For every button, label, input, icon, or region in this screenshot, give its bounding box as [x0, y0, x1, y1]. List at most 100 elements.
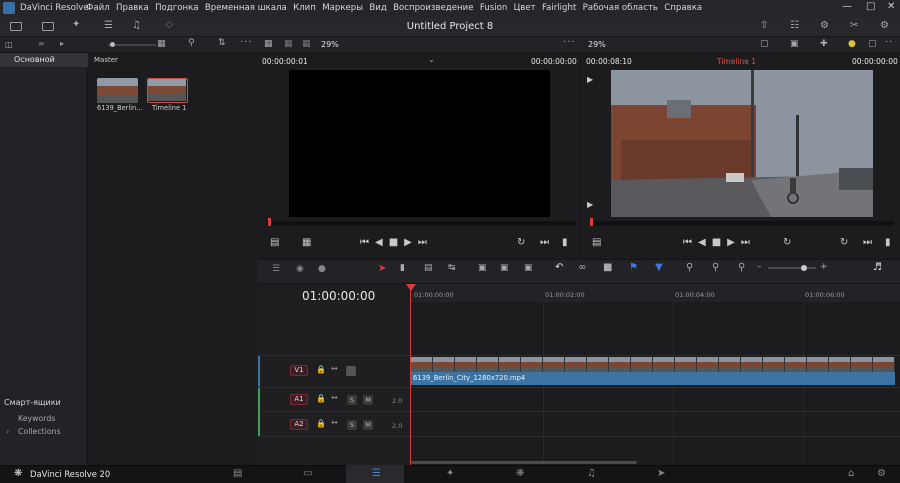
thumbnail-size-slider[interactable] — [108, 44, 156, 46]
link-icon[interactable]: ∞ — [38, 39, 45, 48]
timeline-playhead[interactable] — [410, 284, 411, 465]
menu-fairlight[interactable]: Fairlight — [542, 3, 576, 13]
timeline-viewer-options-icon[interactable]: ·· — [885, 37, 893, 48]
insert-clip-icon[interactable]: ▣ — [478, 263, 487, 273]
menu-file[interactable]: Файл — [86, 3, 110, 13]
source-zoom-select[interactable]: 29% — [321, 40, 339, 49]
menu-playback[interactable]: Воспроизведение — [393, 3, 473, 13]
source-transport-controls[interactable]: ⏮◀■▶⏭ — [360, 237, 433, 248]
inspector-icon[interactable]: ✂ — [850, 20, 858, 31]
bin-master[interactable]: Основной — [0, 53, 88, 67]
track-visibility-icon[interactable] — [346, 366, 356, 376]
timeline-scrubber[interactable] — [592, 221, 894, 226]
timeline-end-icon[interactable]: ▮ — [885, 237, 891, 248]
color-icon[interactable]: ● — [848, 39, 856, 49]
track-label-v1[interactable]: V1 — [290, 365, 308, 376]
smart-bin-collections[interactable]: Collections — [18, 427, 61, 436]
timeline-loop-icon[interactable]: ↻ — [783, 237, 791, 248]
mute-button[interactable]: M — [363, 420, 373, 430]
menu-timeline[interactable]: Временная шкала — [205, 3, 287, 13]
deliver-page-icon[interactable]: ➤ — [657, 468, 665, 479]
fusion-page-icon[interactable]: ✦ — [446, 468, 454, 479]
linked-selection-icon[interactable]: ∞ — [578, 262, 586, 273]
track-label-a2[interactable]: A2 — [290, 419, 308, 430]
timeline-scrollbar[interactable] — [411, 461, 637, 464]
home-icon[interactable]: ⌂ — [848, 468, 854, 479]
replace-clip-icon[interactable]: ▣ — [524, 263, 533, 273]
cut-page-icon[interactable]: ▭ — [303, 468, 312, 479]
project-settings-icon[interactable]: ⚙ — [877, 468, 886, 479]
video-clip-name[interactable]: 6139_Berlin_City_1280x720.mp4 — [411, 372, 895, 385]
timeline-view-mode-icon[interactable]: ▤ — [592, 237, 601, 248]
microphone-icon[interactable]: ● — [318, 264, 326, 274]
sequence-view-icon[interactable]: ▦ — [302, 39, 311, 49]
color-page-icon[interactable]: ❋ — [516, 468, 524, 479]
zoom-full-icon[interactable]: ⚲ — [686, 262, 693, 273]
solo-button[interactable]: S — [347, 420, 357, 430]
menu-color[interactable]: Цвет — [514, 3, 536, 13]
timeline-next-icon[interactable]: ⏭ — [863, 237, 872, 248]
search-icon[interactable]: ⚲ — [188, 38, 195, 48]
previous-frame-icon[interactable]: ▶ — [587, 75, 593, 84]
timeline-viewer-playhead[interactable] — [590, 218, 593, 226]
source-overlay-icon[interactable]: ▦ — [302, 237, 311, 248]
sort-icon[interactable]: ⇅ — [218, 38, 226, 48]
zoom-slider[interactable] — [768, 267, 816, 269]
thumbnail-size-handle[interactable] — [110, 42, 115, 47]
zoom-detail-icon[interactable]: ⚲ — [712, 262, 719, 273]
volume-icon[interactable]: ♬ — [873, 262, 882, 273]
lock-icon[interactable]: 🔒 — [316, 365, 326, 374]
selection-tool-icon[interactable]: ➤ — [378, 263, 386, 274]
snapping-icon[interactable]: ↶ — [555, 262, 563, 273]
source-viewer-screen[interactable] — [289, 70, 550, 217]
position-lock-icon[interactable]: ■ — [603, 262, 612, 273]
zoom-in-icon[interactable]: + — [820, 262, 828, 272]
auto-select-icon[interactable]: ↔ — [331, 364, 338, 373]
media-page-icon[interactable]: ▤ — [233, 468, 242, 479]
viewer-mode-icon[interactable]: ▢ — [760, 39, 769, 49]
menu-help[interactable]: Справка — [664, 3, 702, 13]
fullscreen-icon[interactable]: ▢ — [868, 39, 877, 49]
overwrite-clip-icon[interactable]: ▣ — [500, 263, 509, 273]
metadata-icon[interactable]: ⚙ — [820, 20, 829, 31]
menu-clip[interactable]: Клип — [293, 3, 316, 13]
timeline-mark-icon[interactable]: ↻ — [840, 237, 848, 248]
timeline-thumbnail[interactable] — [147, 78, 188, 103]
timeline-viewer-name[interactable]: Timeline 1 — [717, 57, 756, 66]
timeline-options-icon[interactable]: ☰ — [272, 264, 280, 274]
smart-bin-keywords[interactable]: Keywords — [18, 414, 55, 423]
video-clip-filmstrip[interactable] — [411, 357, 895, 372]
mute-button[interactable]: M — [363, 395, 373, 405]
panel-toggle-icon[interactable]: ◫ — [5, 40, 13, 49]
timeline-zoom-select[interactable]: 29% — [588, 40, 606, 49]
lock-icon[interactable]: 🔒 — [316, 419, 326, 428]
maximize-icon[interactable]: □ — [866, 1, 875, 12]
auto-select-icon[interactable]: ↔ — [331, 393, 338, 402]
minimize-icon[interactable]: — — [842, 1, 852, 12]
image-view-icon[interactable]: ▦ — [264, 39, 273, 49]
chevron-right-icon[interactable]: › — [6, 427, 9, 436]
timeline-viewer-frame[interactable] — [611, 70, 873, 217]
filter-icon[interactable]: ▸ — [60, 39, 64, 48]
source-end-icon[interactable]: ▮ — [562, 237, 568, 248]
zoom-out-icon[interactable]: – — [757, 262, 762, 272]
playhead-handle[interactable] — [406, 284, 416, 291]
source-viewer-options-icon[interactable]: ··· — [563, 37, 576, 48]
next-frame-icon[interactable]: ▶ — [587, 200, 593, 209]
menu-fusion[interactable]: Fusion — [480, 3, 508, 13]
blade-tool-icon[interactable]: ↹ — [448, 263, 456, 273]
dynamic-trim-icon[interactable]: ▤ — [424, 263, 433, 273]
source-loop-icon[interactable]: ↻ — [517, 237, 525, 248]
zoom-custom-icon[interactable]: ⚲ — [738, 262, 745, 273]
source-view-mode-icon[interactable]: ▤ — [270, 237, 279, 248]
mixer-icon[interactable]: ☷ — [790, 20, 799, 31]
view-icon[interactable]: ◉ — [296, 264, 304, 274]
export-icon[interactable]: ⇧ — [760, 20, 768, 31]
media-pool-options-icon[interactable]: ··· — [240, 37, 253, 48]
solo-button[interactable]: S — [347, 395, 357, 405]
grid-view-icon[interactable]: ▦ — [157, 39, 166, 49]
marker-icon[interactable]: ▼ — [655, 262, 663, 273]
zoom-slider-handle[interactable] — [801, 265, 807, 271]
source-playhead[interactable] — [268, 218, 271, 226]
fairlight-page-icon[interactable]: ♫ — [587, 468, 596, 479]
